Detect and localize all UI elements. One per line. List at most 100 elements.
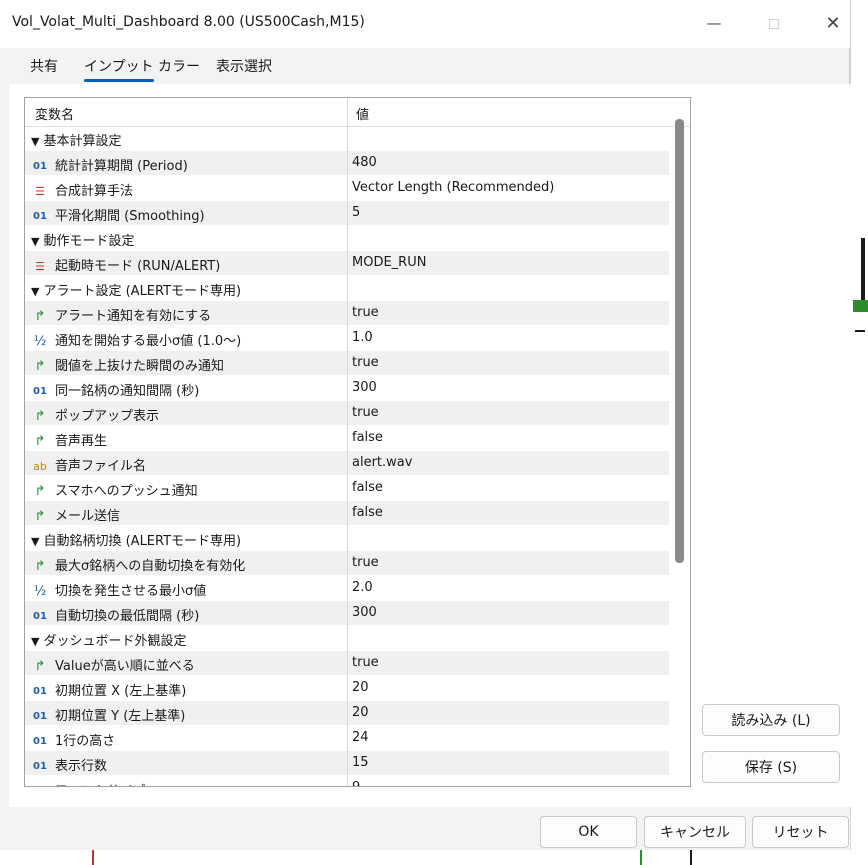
parameter-row[interactable]: 01 同一銘柄の通知間隔 (秒) 300 bbox=[25, 376, 669, 401]
parameter-value[interactable]: true bbox=[352, 355, 662, 370]
parameter-name: ↱ ポップアップ表示 bbox=[31, 405, 343, 424]
tab-visualization[interactable]: 表示選択 bbox=[216, 56, 272, 82]
ok-button[interactable]: OK bbox=[540, 816, 637, 848]
parameter-row[interactable]: ↱ 音声再生 false bbox=[25, 426, 669, 451]
parameter-row[interactable]: 01 平滑化期間 (Smoothing) 5 bbox=[25, 201, 669, 226]
enum-icon: ☰ bbox=[35, 185, 45, 198]
window-title: Vol_Volat_Multi_Dashboard 8.00 (US500Cas… bbox=[12, 14, 365, 30]
tab-common[interactable]: 共有 bbox=[30, 56, 58, 82]
parameter-row[interactable]: 01 表示行数 15 bbox=[25, 751, 669, 776]
collapse-triangle-icon[interactable]: ▼ bbox=[31, 535, 39, 548]
cancel-button[interactable]: キャンセル bbox=[644, 816, 746, 848]
parameter-value[interactable]: true bbox=[352, 305, 662, 320]
parameter-name: 01 自動切換の最低間隔 (秒) bbox=[31, 605, 343, 624]
close-icon[interactable]: ✕ bbox=[811, 8, 855, 38]
parameter-value[interactable]: 5 bbox=[352, 205, 662, 220]
parameter-row[interactable]: ↱ アラート通知を有効にする true bbox=[25, 301, 669, 326]
parameter-row[interactable]: 01 フォントサイズ 9 bbox=[25, 776, 669, 786]
section-row[interactable]: ▼ アラート設定 (ALERTモード専用) bbox=[25, 276, 669, 301]
section-label: ▼ 動作モード設定 bbox=[31, 230, 343, 249]
parameter-row[interactable]: ½ 切換を発生させる最小σ値 2.0 bbox=[25, 576, 669, 601]
vertical-scrollbar-thumb[interactable] bbox=[675, 119, 684, 563]
parameter-row[interactable]: 01 初期位置 Y (左上基準) 20 bbox=[25, 701, 669, 726]
section-row[interactable]: ▼ ダッシュボード外観設定 bbox=[25, 626, 669, 651]
bool-icon: ↱ bbox=[34, 309, 46, 324]
parameter-name: 01 表示行数 bbox=[31, 755, 343, 774]
int-icon: 01 bbox=[33, 711, 47, 722]
row-label: メール送信 bbox=[55, 509, 121, 524]
column-header-value[interactable]: 値 bbox=[356, 104, 369, 123]
int-icon: 01 bbox=[33, 611, 47, 622]
section-label: ▼ 自動銘柄切換 (ALERTモード専用) bbox=[31, 530, 343, 549]
background-chart-bottom bbox=[0, 850, 868, 865]
parameter-row[interactable]: ½ 通知を開始する最小σ値 (1.0〜) 1.0 bbox=[25, 326, 669, 351]
parameter-value[interactable]: true bbox=[352, 555, 662, 570]
parameter-value[interactable]: 9 bbox=[352, 780, 662, 786]
parameter-row[interactable]: ↱ 閾値を上抜けた瞬間のみ通知 true bbox=[25, 351, 669, 376]
parameter-row[interactable]: 01 統計計算期間 (Period) 480 bbox=[25, 151, 669, 176]
parameter-value[interactable]: alert.wav bbox=[352, 455, 662, 470]
parameter-value[interactable]: 20 bbox=[352, 680, 662, 695]
collapse-triangle-icon[interactable]: ▼ bbox=[31, 235, 39, 248]
tab-colors[interactable]: カラー bbox=[158, 56, 200, 82]
parameter-row[interactable]: ↱ ポップアップ表示 true bbox=[25, 401, 669, 426]
parameter-row[interactable]: 01 1行の高さ 24 bbox=[25, 726, 669, 751]
reset-button[interactable]: リセット bbox=[752, 816, 849, 848]
parameter-row[interactable]: ↱ Valueが高い順に並べる true bbox=[25, 651, 669, 676]
int-icon: 01 bbox=[33, 211, 47, 222]
int-icon: 01 bbox=[33, 736, 47, 747]
parameter-value[interactable]: 2.0 bbox=[352, 580, 662, 595]
row-label: アラート設定 (ALERTモード専用) bbox=[43, 284, 242, 299]
parameter-row[interactable]: ab 音声ファイル名 alert.wav bbox=[25, 451, 669, 476]
parameter-value[interactable]: 24 bbox=[352, 730, 662, 745]
tab-bar: 共有 インプット カラー 表示選択 bbox=[0, 48, 850, 84]
parameter-name: ↱ 最大σ銘柄への自動切換を有効化 bbox=[31, 555, 343, 574]
parameter-value[interactable]: 300 bbox=[352, 380, 662, 395]
parameter-value[interactable]: false bbox=[352, 480, 662, 495]
parameter-value[interactable]: 480 bbox=[352, 155, 662, 170]
parameter-name: 01 統計計算期間 (Period) bbox=[31, 155, 343, 174]
double-icon: ½ bbox=[33, 334, 47, 349]
parameter-row[interactable]: 01 初期位置 X (左上基準) 20 bbox=[25, 676, 669, 701]
row-label: 平滑化期間 (Smoothing) bbox=[55, 209, 205, 224]
parameter-value[interactable]: 15 bbox=[352, 755, 662, 770]
minimize-icon[interactable]: — bbox=[692, 8, 736, 38]
save-button[interactable]: 保存 (S) bbox=[702, 751, 840, 783]
section-row[interactable]: ▼ 自動銘柄切換 (ALERTモード専用) bbox=[25, 526, 669, 551]
parameter-value[interactable]: 300 bbox=[352, 605, 662, 620]
inputs-grid: 変数名 値 ▼ 基本計算設定 01 統計計算期間 (Period) 480 ☰ 合成計算手法… bbox=[24, 97, 691, 787]
parameter-value[interactable]: true bbox=[352, 655, 662, 670]
parameter-value[interactable]: 1.0 bbox=[352, 330, 662, 345]
parameter-row[interactable]: ☰ 起動時モード (RUN/ALERT) MODE_RUN bbox=[25, 251, 669, 276]
row-label: フォントサイズ bbox=[55, 784, 146, 786]
parameter-value[interactable]: false bbox=[352, 505, 662, 520]
collapse-triangle-icon[interactable]: ▼ bbox=[31, 285, 39, 298]
tab-inputs[interactable]: インプット bbox=[84, 56, 154, 82]
parameter-value[interactable]: true bbox=[352, 405, 662, 420]
row-label: 統計計算期間 (Period) bbox=[55, 159, 188, 174]
parameter-row[interactable]: 01 自動切換の最低間隔 (秒) 300 bbox=[25, 601, 669, 626]
grid-header: 変数名 値 bbox=[25, 98, 690, 127]
row-label: ポップアップ表示 bbox=[55, 409, 160, 424]
load-button[interactable]: 読み込み (L) bbox=[702, 704, 840, 736]
collapse-triangle-icon[interactable]: ▼ bbox=[31, 635, 39, 648]
parameter-value[interactable]: 20 bbox=[352, 705, 662, 720]
section-label: ▼ ダッシュボード外観設定 bbox=[31, 630, 343, 649]
parameter-value[interactable]: Vector Length (Recommended) bbox=[352, 180, 662, 195]
parameter-name: ☰ 起動時モード (RUN/ALERT) bbox=[31, 255, 343, 274]
section-row[interactable]: ▼ 基本計算設定 bbox=[25, 126, 669, 151]
parameter-row[interactable]: ↱ 最大σ銘柄への自動切換を有効化 true bbox=[25, 551, 669, 576]
section-label: ▼ 基本計算設定 bbox=[31, 130, 343, 149]
column-header-name[interactable]: 変数名 bbox=[35, 104, 74, 123]
parameter-row[interactable]: ↱ スマホへのプッシュ通知 false bbox=[25, 476, 669, 501]
parameter-row[interactable]: ↱ メール送信 false bbox=[25, 501, 669, 526]
grid-rows: ▼ 基本計算設定 01 統計計算期間 (Period) 480 ☰ 合成計算手法 Vector… bbox=[25, 126, 669, 786]
parameter-name: ½ 切換を発生させる最小σ値 bbox=[31, 580, 343, 599]
parameter-value[interactable]: false bbox=[352, 430, 662, 445]
collapse-triangle-icon[interactable]: ▼ bbox=[31, 135, 39, 148]
maximize-icon[interactable]: ◻ bbox=[752, 8, 796, 38]
section-row[interactable]: ▼ 動作モード設定 bbox=[25, 226, 669, 251]
parameter-value[interactable]: MODE_RUN bbox=[352, 255, 662, 270]
parameter-row[interactable]: ☰ 合成計算手法 Vector Length (Recommended) bbox=[25, 176, 669, 201]
row-label: 最大σ銘柄への自動切換を有効化 bbox=[55, 559, 246, 574]
